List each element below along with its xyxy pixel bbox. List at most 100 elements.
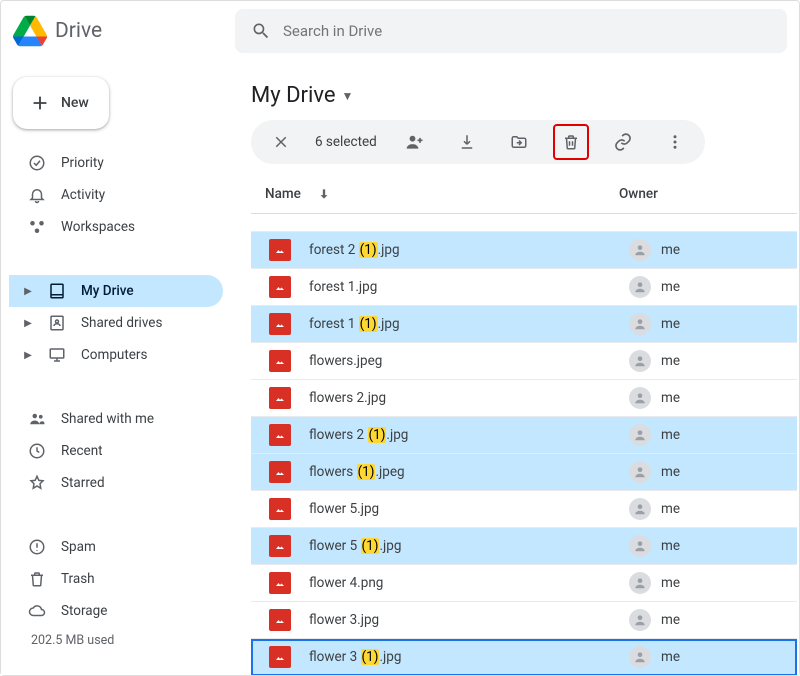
sort-arrow-down-icon[interactable] [317, 187, 331, 201]
file-row[interactable]: forest 1.jpg me [251, 269, 797, 306]
sidebar-item-priority[interactable]: Priority [9, 147, 223, 179]
file-name: forest 1 (1).jpg [309, 316, 629, 332]
search-icon [251, 21, 271, 41]
selection-count: 6 selected [315, 134, 377, 150]
file-name: flower 5 (1).jpg [309, 538, 629, 554]
owner-avatar [629, 424, 651, 446]
chevron-right-icon: ▶ [23, 286, 33, 297]
file-row[interactable]: flowers 2.jpg me [251, 380, 797, 417]
share-button[interactable] [397, 124, 433, 160]
drive-icon [47, 282, 67, 300]
partial-row [251, 214, 797, 232]
column-name[interactable]: Name [265, 186, 301, 202]
owner-avatar [629, 350, 651, 372]
owner-avatar [629, 646, 651, 668]
duplicate-marker: (1) [361, 538, 380, 554]
file-row[interactable]: flower 5 (1).jpg me [251, 528, 797, 565]
storage-used-text: 202.5 MB used [9, 633, 223, 648]
search-bar[interactable] [235, 9, 787, 53]
cloud-icon [27, 602, 47, 620]
file-row[interactable]: flowers (1).jpeg me [251, 454, 797, 491]
column-headers: Name Owner [251, 174, 797, 214]
owner-name: me [661, 279, 680, 295]
new-button[interactable]: New [13, 77, 109, 129]
main-content: My Drive ▼ 6 selected Name Owner [223, 61, 799, 675]
owner-name: me [661, 538, 680, 554]
caret-down-icon: ▼ [342, 89, 354, 103]
file-row[interactable]: forest 1 (1).jpg me [251, 306, 797, 343]
file-row[interactable]: flower 4.png me [251, 565, 797, 602]
owner-name: me [661, 575, 680, 591]
image-file-icon [269, 461, 291, 483]
chevron-right-icon: ▶ [23, 318, 33, 329]
file-row[interactable]: flowers.jpeg me [251, 343, 797, 380]
spam-icon [27, 538, 47, 556]
file-row[interactable]: flower 5.jpg me [251, 491, 797, 528]
owner-name: me [661, 353, 680, 369]
people-icon [27, 410, 47, 428]
sidebar-item-my-drive[interactable]: ▶My Drive [9, 275, 223, 307]
sidebar-item-shared-drives[interactable]: ▶Shared drives [9, 307, 223, 339]
owner-name: me [661, 464, 680, 480]
owner-name: me [661, 427, 680, 443]
owner-avatar [629, 276, 651, 298]
file-name: forest 2 (1).jpg [309, 242, 629, 258]
image-file-icon [269, 646, 291, 668]
file-name: forest 1.jpg [309, 279, 629, 295]
sidebar-item-computers[interactable]: ▶Computers [9, 339, 223, 371]
get-link-button[interactable] [605, 124, 641, 160]
download-button[interactable] [449, 124, 485, 160]
breadcrumb[interactable]: My Drive ▼ [251, 83, 797, 108]
owner-name: me [661, 390, 680, 406]
selection-toolbar: 6 selected [251, 120, 705, 164]
file-name: flower 3 (1).jpg [309, 649, 629, 665]
star-icon [27, 474, 47, 492]
file-name: flower 4.png [309, 575, 629, 591]
image-file-icon [269, 350, 291, 372]
duplicate-marker: (1) [357, 464, 376, 480]
search-input[interactable] [283, 22, 771, 40]
sidebar-item-shared-with-me[interactable]: Shared with me [9, 403, 223, 435]
owner-name: me [661, 242, 680, 258]
file-name: flowers.jpeg [309, 353, 629, 369]
sidebar: New Priority Activity Workspaces ▶My Dri… [1, 61, 223, 675]
logo-area[interactable]: Drive [13, 14, 223, 48]
bell-icon [27, 186, 47, 204]
sidebar-item-recent[interactable]: Recent [9, 435, 223, 467]
sidebar-item-starred[interactable]: Starred [9, 467, 223, 499]
trash-icon [27, 570, 47, 588]
shared-drives-icon [47, 314, 67, 332]
file-row[interactable]: flowers 2 (1).jpg me [251, 417, 797, 454]
sidebar-item-spam[interactable]: Spam [9, 531, 223, 563]
owner-avatar [629, 572, 651, 594]
column-owner[interactable]: Owner [619, 186, 658, 202]
sidebar-item-storage[interactable]: Storage [9, 595, 223, 627]
owner-avatar [629, 387, 651, 409]
chevron-right-icon: ▶ [23, 350, 33, 361]
plus-icon [29, 92, 51, 114]
file-row[interactable]: flower 3.jpg me [251, 602, 797, 639]
more-actions-button[interactable] [657, 124, 693, 160]
owner-avatar [629, 313, 651, 335]
file-name: flower 3.jpg [309, 612, 629, 628]
clear-selection-button[interactable] [263, 124, 299, 160]
breadcrumb-label: My Drive [251, 83, 336, 108]
duplicate-marker: (1) [359, 242, 378, 258]
image-file-icon [269, 572, 291, 594]
file-row[interactable]: forest 2 (1).jpg me [251, 232, 797, 269]
duplicate-marker: (1) [368, 427, 387, 443]
sidebar-item-trash[interactable]: Trash [9, 563, 223, 595]
file-name: flowers 2.jpg [309, 390, 629, 406]
owner-name: me [661, 612, 680, 628]
image-file-icon [269, 609, 291, 631]
new-button-label: New [61, 95, 89, 111]
owner-avatar [629, 609, 651, 631]
file-row[interactable]: flower 3 (1).jpg me [251, 639, 797, 675]
delete-button[interactable] [553, 124, 589, 160]
image-file-icon [269, 535, 291, 557]
image-file-icon [269, 387, 291, 409]
workspaces-icon [27, 218, 47, 236]
sidebar-item-activity[interactable]: Activity [9, 179, 223, 211]
move-button[interactable] [501, 124, 537, 160]
sidebar-item-workspaces[interactable]: Workspaces [9, 211, 223, 243]
